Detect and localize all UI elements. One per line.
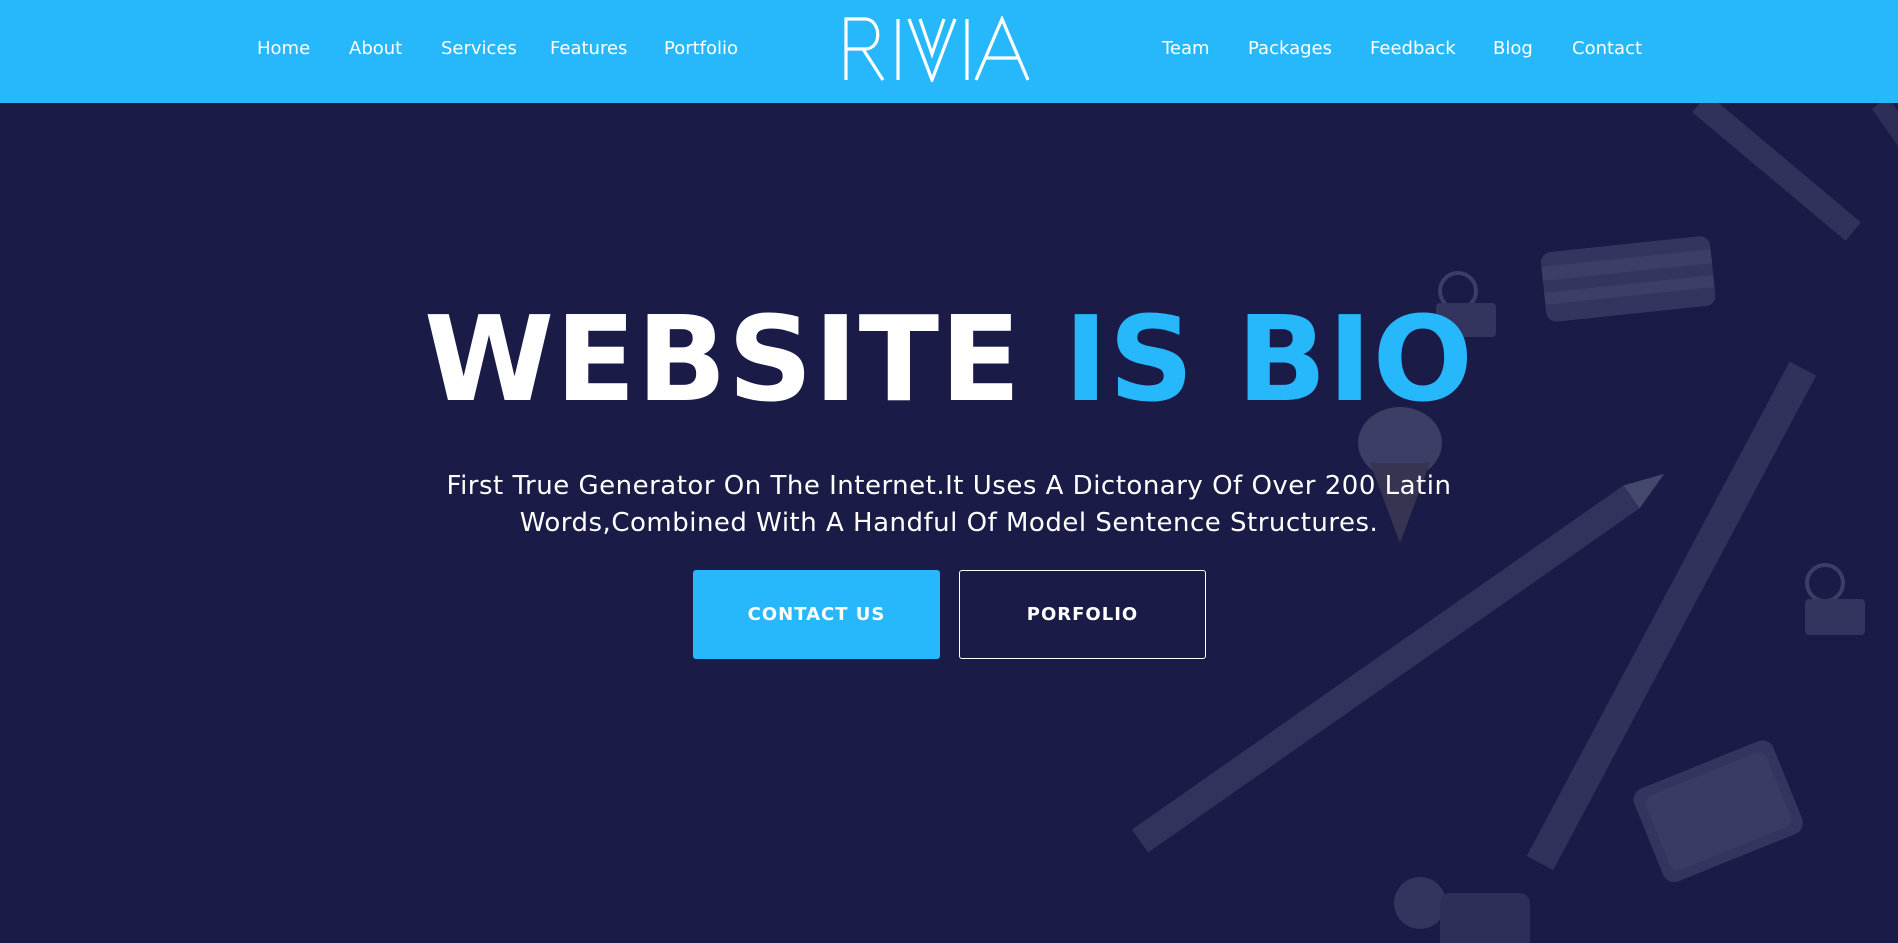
hero-headline: WEBSITE IS BIO: [0, 289, 1898, 429]
portfolio-button[interactable]: PORFOLIO: [959, 570, 1206, 659]
contact-us-button[interactable]: CONTACT US: [693, 570, 940, 659]
nav-contact[interactable]: Contact: [1572, 38, 1642, 60]
nav-features[interactable]: Features: [550, 38, 627, 60]
nav-packages[interactable]: Packages: [1248, 38, 1332, 60]
nav-services[interactable]: Services: [441, 38, 517, 60]
rivia-logo-icon: [844, 14, 1030, 85]
pencil-shape: [1692, 103, 1861, 241]
hero-section: WEBSITE IS BIO First True Generator On T…: [0, 103, 1898, 943]
nav-home[interactable]: Home: [257, 38, 310, 60]
site-logo[interactable]: [843, 14, 1057, 85]
headline-accent-text: IS BIO: [1063, 290, 1474, 428]
nav-about[interactable]: About: [349, 38, 402, 60]
nav-team[interactable]: Team: [1162, 38, 1210, 60]
nav-portfolio[interactable]: Portfolio: [664, 38, 738, 60]
hero-subtext: First True Generator On The Internet.It …: [399, 468, 1499, 542]
headline-white-text: WEBSITE: [424, 290, 1022, 428]
subtext-line-1: First True Generator On The Internet.It …: [446, 471, 1452, 501]
nav-blog[interactable]: Blog: [1493, 38, 1533, 60]
subtext-line-2: Words,Combined With A Handful Of Model S…: [519, 508, 1379, 538]
nav-feedback[interactable]: Feedback: [1370, 38, 1456, 60]
top-navbar: Home About Services Features Portfolio T…: [0, 0, 1898, 103]
